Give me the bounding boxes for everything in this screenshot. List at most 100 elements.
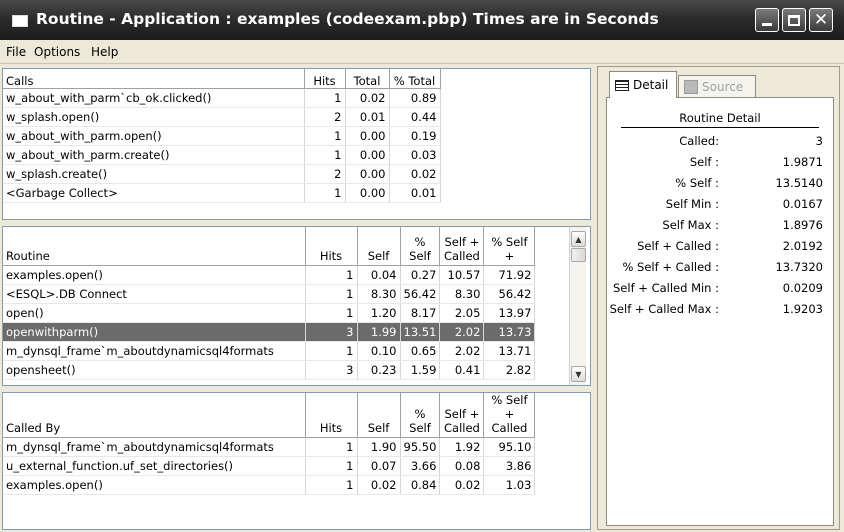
scroll-down-button[interactable]: ▼ (571, 366, 586, 382)
minimize-icon (762, 22, 772, 26)
routine-header-self[interactable]: Self (357, 227, 401, 266)
routine-self: 0.23 (357, 360, 401, 380)
routine-name: openwithparm() (3, 322, 306, 342)
tab-source[interactable]: Source (678, 75, 756, 97)
routine-self: 0.10 (357, 341, 401, 361)
scroll-thumb[interactable] (571, 248, 586, 262)
call-hits: 1 (304, 88, 346, 108)
routine-row[interactable]: m_dynsql_frame`m_aboutdynamicsql4formats… (3, 341, 536, 361)
calls-header-name[interactable]: Calls (3, 69, 305, 89)
called-by-header-pct-self[interactable]: % Self (400, 393, 441, 438)
routine-self-called: 10.57 (439, 265, 485, 285)
call-total: 0.00 (345, 126, 390, 146)
caller-self-called: 0.02 (439, 475, 485, 495)
routine-scrollbar[interactable]: ▲ ▼ (569, 227, 586, 385)
close-button[interactable]: ✕ (809, 8, 833, 32)
tab-detail[interactable]: Detail (609, 71, 677, 98)
caller-hits: 1 (305, 456, 358, 476)
menu-options[interactable]: Options (34, 45, 80, 59)
detail-label: Self Max : (662, 218, 719, 232)
detail-label: Self + Called Min : (613, 281, 719, 295)
caller-hits: 1 (305, 437, 358, 457)
routine-pct-self: 8.17 (400, 303, 441, 323)
routine-header-self-called[interactable]: Self + Called (439, 227, 485, 266)
calls-header-pct-total[interactable]: % Total (389, 69, 441, 89)
detail-value: 0.0167 (782, 197, 823, 211)
window-title: Routine - Application : examples (codeex… (36, 10, 659, 28)
title-bar[interactable]: Routine - Application : examples (codeex… (0, 0, 844, 40)
arrow-down-icon: ▼ (575, 369, 582, 379)
routine-hits: 1 (305, 341, 358, 361)
called-by-row[interactable]: examples.open() 1 0.02 0.84 0.02 1.03 (3, 475, 536, 495)
call-total: 0.00 (345, 164, 390, 184)
calls-row[interactable]: w_splash.create() 2 0.00 0.02 (3, 164, 441, 184)
routine-self: 0.04 (357, 265, 401, 285)
menu-bar: File Options Help (0, 40, 844, 64)
routine-hits: 1 (305, 265, 358, 285)
call-total: 0.01 (345, 107, 390, 127)
menu-file[interactable]: File (6, 45, 26, 59)
detail-value: 0.0209 (782, 281, 823, 295)
routine-row-selected[interactable]: openwithparm() 3 1.99 13.51 2.02 13.73 (3, 322, 536, 342)
called-by-header-name[interactable]: Called By (3, 393, 306, 438)
menu-help[interactable]: Help (91, 45, 118, 59)
call-pct-total: 0.89 (389, 88, 441, 108)
routine-header-hits[interactable]: Hits (305, 227, 358, 266)
called-by-header-pct-self-called[interactable]: % Self + Called (483, 393, 536, 438)
call-name: w_about_with_parm.create() (3, 145, 305, 165)
called-by-header-self[interactable]: Self (357, 393, 401, 438)
called-by-header-self-called[interactable]: Self + Called (439, 393, 485, 438)
routine-pct-self: 0.65 (400, 341, 441, 361)
detail-label: Self + Called : (637, 239, 719, 253)
routine-name: open() (3, 303, 306, 323)
minimize-button[interactable] (755, 8, 779, 32)
calls-header-total[interactable]: Total (345, 69, 390, 89)
routine-self-called: 2.02 (439, 322, 485, 342)
call-hits: 2 (304, 164, 346, 184)
routine-name: m_dynsql_frame`m_aboutdynamicsql4formats (3, 341, 306, 361)
detail-row: Self + Called Max : 1.9203 (607, 300, 835, 320)
routine-row[interactable]: <ESQL>.DB Connect 1 8.30 56.42 8.30 56.42 (3, 284, 536, 304)
routine-hits: 3 (305, 360, 358, 380)
detail-value: 1.8976 (782, 218, 823, 232)
routine-pct-self-called: 13.73 (483, 322, 536, 342)
routine-header-name[interactable]: Routine (3, 227, 306, 266)
routine-row[interactable]: open() 1 1.20 8.17 2.05 13.97 (3, 303, 536, 323)
caller-name: u_external_function.uf_set_directories() (3, 456, 306, 476)
detail-value: 13.5140 (775, 176, 823, 190)
routine-hits: 3 (305, 322, 358, 342)
caller-pct-self: 0.84 (400, 475, 441, 495)
routine-pct-self-called: 13.71 (483, 341, 536, 361)
call-name: w_about_with_parm.open() (3, 126, 305, 146)
calls-row[interactable]: w_about_with_parm.open() 1 0.00 0.19 (3, 126, 441, 146)
routine-row[interactable]: opensheet() 3 0.23 1.59 0.41 2.82 (3, 360, 536, 380)
calls-row[interactable]: w_about_with_parm.create() 1 0.00 0.03 (3, 145, 441, 165)
calls-pane: Calls Hits Total % Total w_about_with_pa… (2, 68, 591, 220)
called-by-row[interactable]: m_dynsql_frame`m_aboutdynamicsql4formats… (3, 437, 536, 457)
routine-row[interactable]: examples.open() 1 0.04 0.27 10.57 71.92 (3, 265, 536, 285)
call-hits: 2 (304, 107, 346, 127)
detail-label: Self : (689, 155, 719, 169)
routine-table: Routine Hits Self % Self Self + Called %… (3, 227, 536, 380)
tab-detail-label: Detail (633, 78, 669, 92)
routine-header-pct-self[interactable]: % Self (400, 227, 441, 266)
scroll-up-button[interactable]: ▲ (571, 231, 586, 247)
detail-value: 13.7320 (775, 260, 823, 274)
called-by-header-hits[interactable]: Hits (305, 393, 358, 438)
calls-row[interactable]: <Garbage Collect> 1 0.00 0.01 (3, 183, 441, 203)
routine-pct-self-called: 56.42 (483, 284, 536, 304)
arrow-up-icon: ▲ (575, 234, 582, 244)
call-pct-total: 0.19 (389, 126, 441, 146)
caller-pct-self-called: 95.10 (483, 437, 536, 457)
call-hits: 1 (304, 126, 346, 146)
call-hits: 1 (304, 183, 346, 203)
detail-list-icon (615, 79, 629, 91)
routine-pct-self: 13.51 (400, 322, 441, 342)
routine-self-called: 2.02 (439, 341, 485, 361)
calls-row[interactable]: w_splash.open() 2 0.01 0.44 (3, 107, 441, 127)
maximize-button[interactable] (782, 8, 806, 32)
called-by-row[interactable]: u_external_function.uf_set_directories()… (3, 456, 536, 476)
routine-header-pct-self-called[interactable]: % Self + (483, 227, 536, 266)
calls-row[interactable]: w_about_with_parm`cb_ok.clicked() 1 0.02 0.… (3, 88, 441, 108)
calls-header-hits[interactable]: Hits (304, 69, 346, 89)
